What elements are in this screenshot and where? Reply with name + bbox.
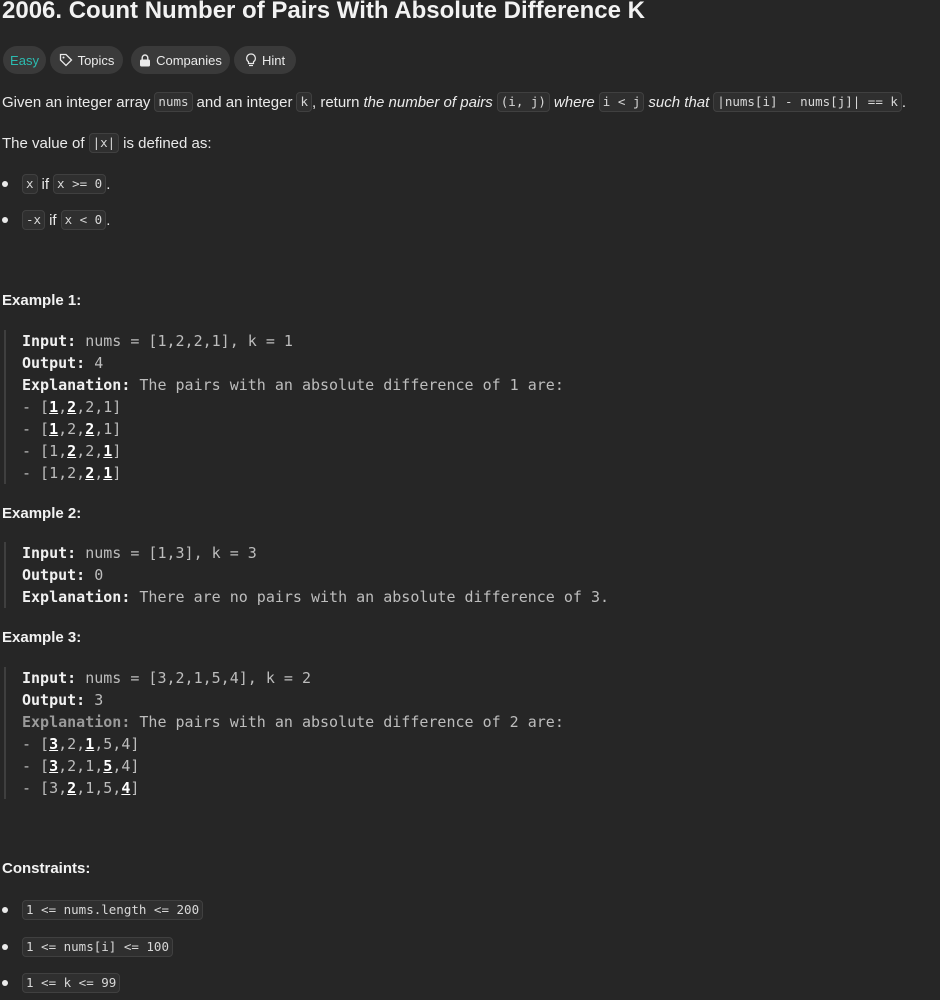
- output-label: Output:: [22, 566, 86, 584]
- input-label: Input:: [22, 544, 77, 562]
- bullet-icon: [2, 181, 8, 187]
- constraint-item: 1 <= nums.length <= 200: [2, 900, 204, 920]
- input-value: nums = [3,2,1,5,4], k = 2: [76, 669, 311, 687]
- example-heading: Example 2:: [2, 505, 82, 522]
- constraint-item: 1 <= nums[i] <= 100: [2, 937, 173, 957]
- example-block: Input: nums = [1,3], k = 3 Output: 0 Exp…: [4, 542, 934, 608]
- example-explanation-line: Explanation: The pairs with an absolute …: [22, 374, 934, 396]
- output-value: 4: [85, 354, 104, 372]
- desc-text: .: [901, 93, 907, 111]
- lock-icon: [139, 53, 151, 67]
- desc-emphasis: where: [553, 93, 595, 111]
- input-value: nums = [1,2,2,1], k = 1: [76, 332, 293, 350]
- output-label: Output:: [22, 691, 86, 709]
- desc-text: if: [49, 211, 57, 229]
- inline-code: k: [296, 92, 312, 112]
- desc-text: The value of: [2, 134, 85, 152]
- inline-code: x >= 0: [53, 174, 107, 194]
- explanation-text: There are no pairs with an absolute diff…: [130, 588, 610, 606]
- bullet-icon: [2, 980, 8, 986]
- companies-label: Companies: [156, 52, 222, 68]
- companies-button[interactable]: Companies: [131, 46, 230, 74]
- inline-code: x < 0: [60, 210, 107, 230]
- hint-label: Hint: [261, 52, 286, 68]
- example-explanation-line: Explanation: There are no pairs with an …: [22, 586, 934, 608]
- difficulty-label: Easy: [10, 52, 39, 68]
- example-heading: Example 3:: [2, 629, 82, 646]
- desc-text: if: [41, 175, 50, 193]
- inline-code: i < j: [598, 92, 645, 112]
- lightbulb-icon: [245, 53, 257, 67]
- output-value: 3: [85, 691, 104, 709]
- desc-text: Given an integer array: [2, 93, 151, 111]
- desc-emphasis: such that: [648, 93, 710, 111]
- input-label: Input:: [22, 332, 77, 350]
- example-output-line: Output: 3: [22, 689, 934, 711]
- constraints-heading: Constraints:: [2, 860, 91, 877]
- inline-code: 1 <= nums[i] <= 100: [22, 937, 173, 957]
- pair-line: - [1,2,2,1]: [22, 442, 122, 460]
- desc-emphasis: the number of pairs: [363, 93, 493, 111]
- example-output-line: Output: 0: [22, 564, 934, 586]
- bullet-icon: [2, 944, 8, 950]
- bullet-icon: [2, 907, 8, 913]
- example-output-line: Output: 4: [22, 352, 934, 374]
- pair-line: - [1,2,2,1]: [22, 464, 122, 482]
- example-input-line: Input: nums = [1,3], k = 3: [22, 542, 934, 564]
- inline-code: -x: [22, 210, 46, 230]
- example-explanation-line: Explanation: The pairs with an absolute …: [22, 711, 934, 733]
- example-input-line: Input: nums = [3,2,1,5,4], k = 2: [22, 667, 934, 689]
- definition-bullet: x if x >= 0 .: [2, 174, 110, 194]
- explanation-label: Explanation:: [22, 588, 131, 606]
- output-value: 0: [85, 566, 104, 584]
- pair-line: - [1,2,2,1]: [22, 398, 122, 416]
- pair-line: - [1,2,2,1]: [22, 420, 122, 438]
- example-input-line: Input: nums = [1,2,2,1], k = 1: [22, 330, 934, 352]
- inline-code: nums: [154, 92, 193, 112]
- explanation-label: Explanation:: [22, 376, 131, 394]
- example-block: Input: nums = [3,2,1,5,4], k = 2 Output:…: [4, 667, 934, 799]
- explanation-text: The pairs with an absolute difference of…: [130, 713, 564, 731]
- difficulty-badge[interactable]: Easy: [3, 46, 46, 74]
- input-label: Input:: [22, 669, 77, 687]
- input-value: nums = [1,3], k = 3: [76, 544, 257, 562]
- desc-text: is defined as:: [123, 134, 212, 152]
- example-block: Input: nums = [1,2,2,1], k = 1 Output: 4…: [4, 330, 934, 484]
- desc-text: , return: [311, 93, 360, 111]
- inline-code: 1 <= k <= 99: [22, 973, 121, 993]
- explanation-text: The pairs with an absolute difference of…: [130, 376, 564, 394]
- problem-title: 2006. Count Number of Pairs With Absolut…: [2, 0, 645, 24]
- bullet-icon: [2, 217, 8, 223]
- inline-code: |nums[i] - nums[j]| == k: [713, 92, 902, 112]
- constraint-item: 1 <= k <= 99: [2, 973, 121, 993]
- pair-line: - [3,2,1,5,4]: [22, 779, 140, 797]
- desc-text: .: [106, 211, 111, 229]
- inline-code: |x|: [88, 133, 120, 153]
- desc-text: and an integer: [196, 93, 293, 111]
- topics-label: Topics: [77, 52, 115, 68]
- hint-button[interactable]: Hint: [234, 46, 296, 74]
- output-label: Output:: [22, 354, 86, 372]
- tag-icon: [59, 53, 73, 67]
- pair-line: - [3,2,1,5,4]: [22, 757, 140, 775]
- description-paragraph: The value of |x| is defined as:: [2, 133, 212, 153]
- topics-button[interactable]: Topics: [50, 46, 123, 74]
- pair-line: - [3,2,1,5,4]: [22, 735, 140, 753]
- inline-code: 1 <= nums.length <= 200: [22, 900, 204, 920]
- inline-code: (i, j): [496, 92, 550, 112]
- description-paragraph: Given an integer array nums and an integ…: [2, 92, 906, 112]
- inline-code: x: [22, 174, 38, 194]
- definition-bullet: -x if x < 0 .: [2, 210, 110, 230]
- desc-text: .: [106, 175, 111, 193]
- explanation-label: Explanation:: [22, 713, 131, 731]
- example-heading: Example 1:: [2, 292, 82, 309]
